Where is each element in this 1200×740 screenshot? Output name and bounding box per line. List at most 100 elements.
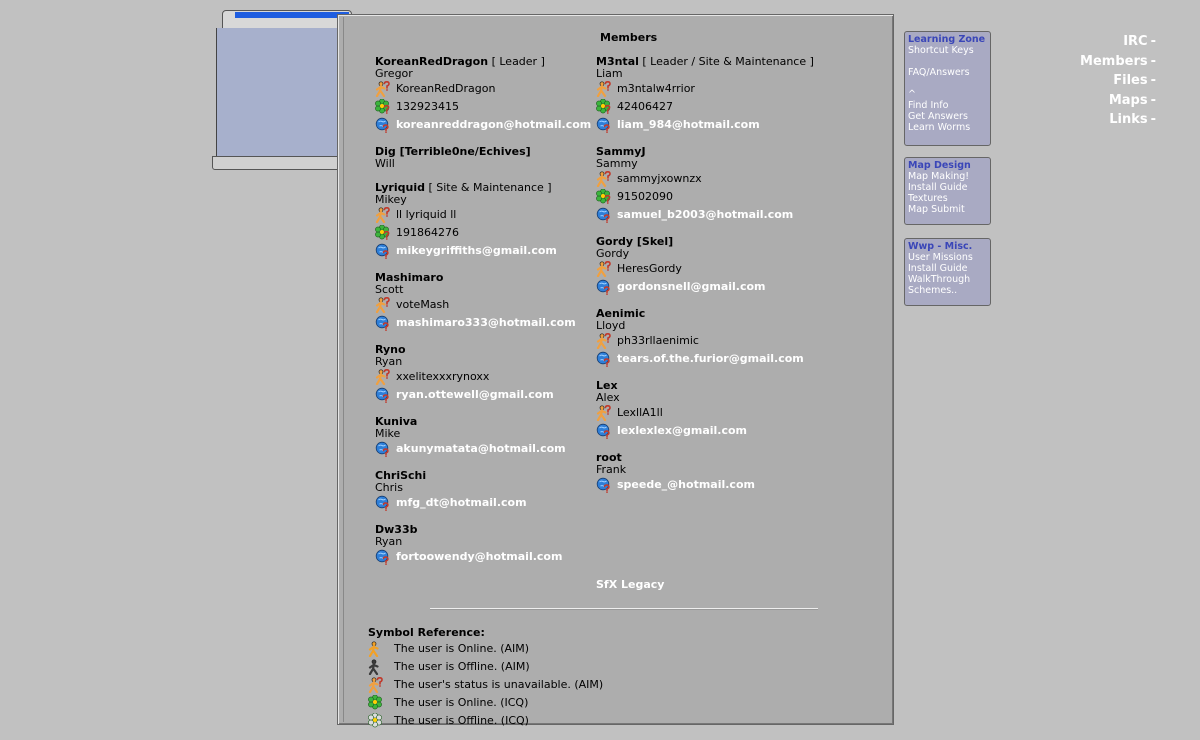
symbol-reference-item: The user's status is unavailable. (AIM) [368, 676, 603, 694]
sidebar-link-faq-answers[interactable]: FAQ/Answers [905, 67, 990, 78]
icq-unknown-icon [375, 225, 390, 240]
member-email-row: gordonsnell@gmail.com [596, 278, 826, 296]
email-unknown-icon [375, 117, 389, 133]
sidebar-link-map-submit[interactable]: Map Submit [905, 204, 990, 215]
nav-link-label[interactable]: IRC [1123, 34, 1147, 49]
sidebar-link-install-guide[interactable]: Install Guide [905, 182, 990, 193]
member-gordy-skel: Gordy [Skel] Gordy HeresGordy gordonsnell@g… [596, 236, 826, 296]
member-real-name: Lloyd [596, 319, 626, 332]
member-aim-row: KoreanRedDragon [375, 80, 590, 98]
symbol-reference-text: The user is Offline. (ICQ) [394, 714, 529, 727]
nav-body [216, 28, 352, 161]
nav-link-label[interactable]: Maps [1109, 93, 1148, 108]
member-icq-number: 191864276 [396, 226, 459, 239]
member-m3ntal: M3ntal [ Leader / Site & Maintenance ] Li… [596, 56, 826, 134]
nav-link-label[interactable]: Links [1109, 112, 1147, 127]
member-icq-number: 132923415 [396, 100, 459, 113]
symbol-reference-item: The user is Offline. (AIM) [368, 658, 603, 676]
member-mashimaro: Mashimaro Scott voteMash mashimaro333@hotma… [375, 272, 590, 332]
member-header: root [596, 452, 826, 464]
member-email-link[interactable]: lexlexlex@gmail.com [617, 422, 747, 440]
symbol-reference-text: The user's status is unavailable. (AIM) [394, 678, 604, 691]
member-aim-handle: voteMash [396, 298, 450, 311]
member-email-link[interactable]: ryan.ottewell@gmail.com [396, 386, 554, 404]
symbol-reference-item: The user is Online. (ICQ) [368, 694, 603, 712]
member-email-link[interactable]: akunymatata@hotmail.com [396, 440, 566, 458]
sidebar-link-shortcut-keys[interactable]: Shortcut Keys [905, 45, 990, 56]
nav-link-separator: - [1150, 92, 1156, 108]
sidebar-link-schemes[interactable]: Schemes.. [905, 285, 990, 296]
legacy-link[interactable]: SfX Legacy [596, 578, 664, 591]
aim-online-icon [368, 641, 379, 657]
nav-link-files[interactable]: Files - [1080, 71, 1156, 91]
member-email-link[interactable]: tears.of.the.furior@gmail.com [617, 350, 804, 368]
member-email-link[interactable]: speede_@hotmail.com [617, 476, 755, 494]
member-aim-row: sammyjxownzx [596, 170, 826, 188]
email-unknown-icon [375, 387, 389, 403]
sidebar-link-install-guide[interactable]: Install Guide [905, 263, 990, 274]
member-email-link[interactable]: mikeygriffiths@gmail.com [396, 242, 557, 260]
member-email-row: mikeygriffiths@gmail.com [375, 242, 590, 260]
member-email-row: mashimaro333@hotmail.com [375, 314, 590, 332]
sidebar-box-title: Learning Zone [908, 34, 986, 45]
nav-link-maps[interactable]: Maps - [1080, 91, 1156, 111]
member-real-name: Chris [375, 481, 403, 494]
member-aim-row: m3ntalw4rrior [596, 80, 826, 98]
sidebar-caret-icon[interactable]: ^ [905, 89, 990, 100]
member-header: Lyriquid [ Site & Maintenance ] [375, 182, 590, 194]
nav-link-members[interactable]: Members - [1080, 52, 1156, 72]
member-icq-number: 91502090 [617, 190, 673, 203]
member-header: Aenimic [596, 308, 826, 320]
nav-link-irc[interactable]: IRC - [1080, 32, 1156, 52]
member-aim-row: LexllA1ll [596, 404, 826, 422]
sidebar-link-walkthrough[interactable]: WalkThrough [905, 274, 990, 285]
icq-unknown-icon [596, 189, 611, 204]
member-email-row: koreanreddragon@hotmail.com [375, 116, 591, 134]
member-email-row: liam_984@hotmail.com [596, 116, 826, 134]
member-email-link[interactable]: gordonsnell@gmail.com [617, 278, 766, 296]
sidebar-link-find-info[interactable]: Find Info [905, 100, 990, 111]
member-icq-row: 91502090 [596, 188, 826, 206]
sidebar-box-title: Wwp - Misc. [908, 241, 973, 252]
member-email-link[interactable]: mfg_dt@hotmail.com [396, 494, 527, 512]
sidebar-link-get-answers[interactable]: Get Answers [905, 111, 990, 122]
nav-link-separator: - [1150, 73, 1156, 88]
members-column-left: KoreanRedDragon [ Leader ] Gregor KoreanRe… [375, 55, 591, 578]
nav-panel [212, 10, 356, 172]
symbol-reference-title: Symbol Reference: [368, 626, 485, 639]
aim-unknown-icon [375, 207, 390, 223]
sidebar-link-map-making[interactable]: Map Making! [905, 171, 990, 182]
sidebar-link-learn-worms[interactable]: Learn Worms [905, 122, 990, 133]
aim-unknown-icon [368, 677, 383, 693]
nav-bottom-ledge [212, 156, 356, 170]
sidebar-wwp-misc: Wwp - Misc. User Missions Install Guide Wal… [904, 238, 991, 306]
email-unknown-icon [375, 495, 389, 511]
member-real-name: Ryan [375, 355, 403, 368]
email-unknown-icon [375, 549, 389, 565]
member-email-link[interactable]: koreanreddragon@hotmail.com [396, 116, 591, 134]
members-column-right: M3ntal [ Leader / Site & Maintenance ] Li… [596, 56, 826, 506]
member-email-link[interactable]: mashimaro333@hotmail.com [396, 314, 576, 332]
aim-unknown-icon [596, 81, 611, 97]
sidebar-link-textures[interactable]: Textures [905, 193, 990, 204]
member-email-link[interactable]: liam_984@hotmail.com [617, 116, 760, 134]
symbol-reference-item: The user is Offline. (ICQ) [368, 712, 603, 730]
member-real-name: Ryan [375, 535, 403, 548]
member-real-name: Sammy [596, 157, 638, 170]
nav-link-label[interactable]: Members [1080, 54, 1148, 69]
aim-unknown-icon [596, 333, 611, 349]
member-email-row: samuel_b2003@hotmail.com [596, 206, 826, 224]
sidebar-link-user-missions[interactable]: User Missions [905, 252, 990, 263]
member-header: Lex [596, 380, 826, 392]
member-real-name: Gordy [596, 247, 630, 260]
member-role: [ Leader ] [488, 55, 545, 68]
member-aim-handle: LexllA1ll [617, 406, 663, 419]
sidebar-learning-zone: Learning Zone Shortcut Keys FAQ/Answers ^ Fi… [904, 31, 991, 146]
member-icq-row: 132923415 [375, 98, 590, 116]
nav-link-label[interactable]: Files [1113, 73, 1147, 88]
member-email-link[interactable]: samuel_b2003@hotmail.com [617, 206, 793, 224]
nav-link-links[interactable]: Links - [1080, 110, 1156, 130]
member-email-link[interactable]: fortoowendy@hotmail.com [396, 548, 562, 566]
aim-unknown-icon [375, 369, 390, 385]
